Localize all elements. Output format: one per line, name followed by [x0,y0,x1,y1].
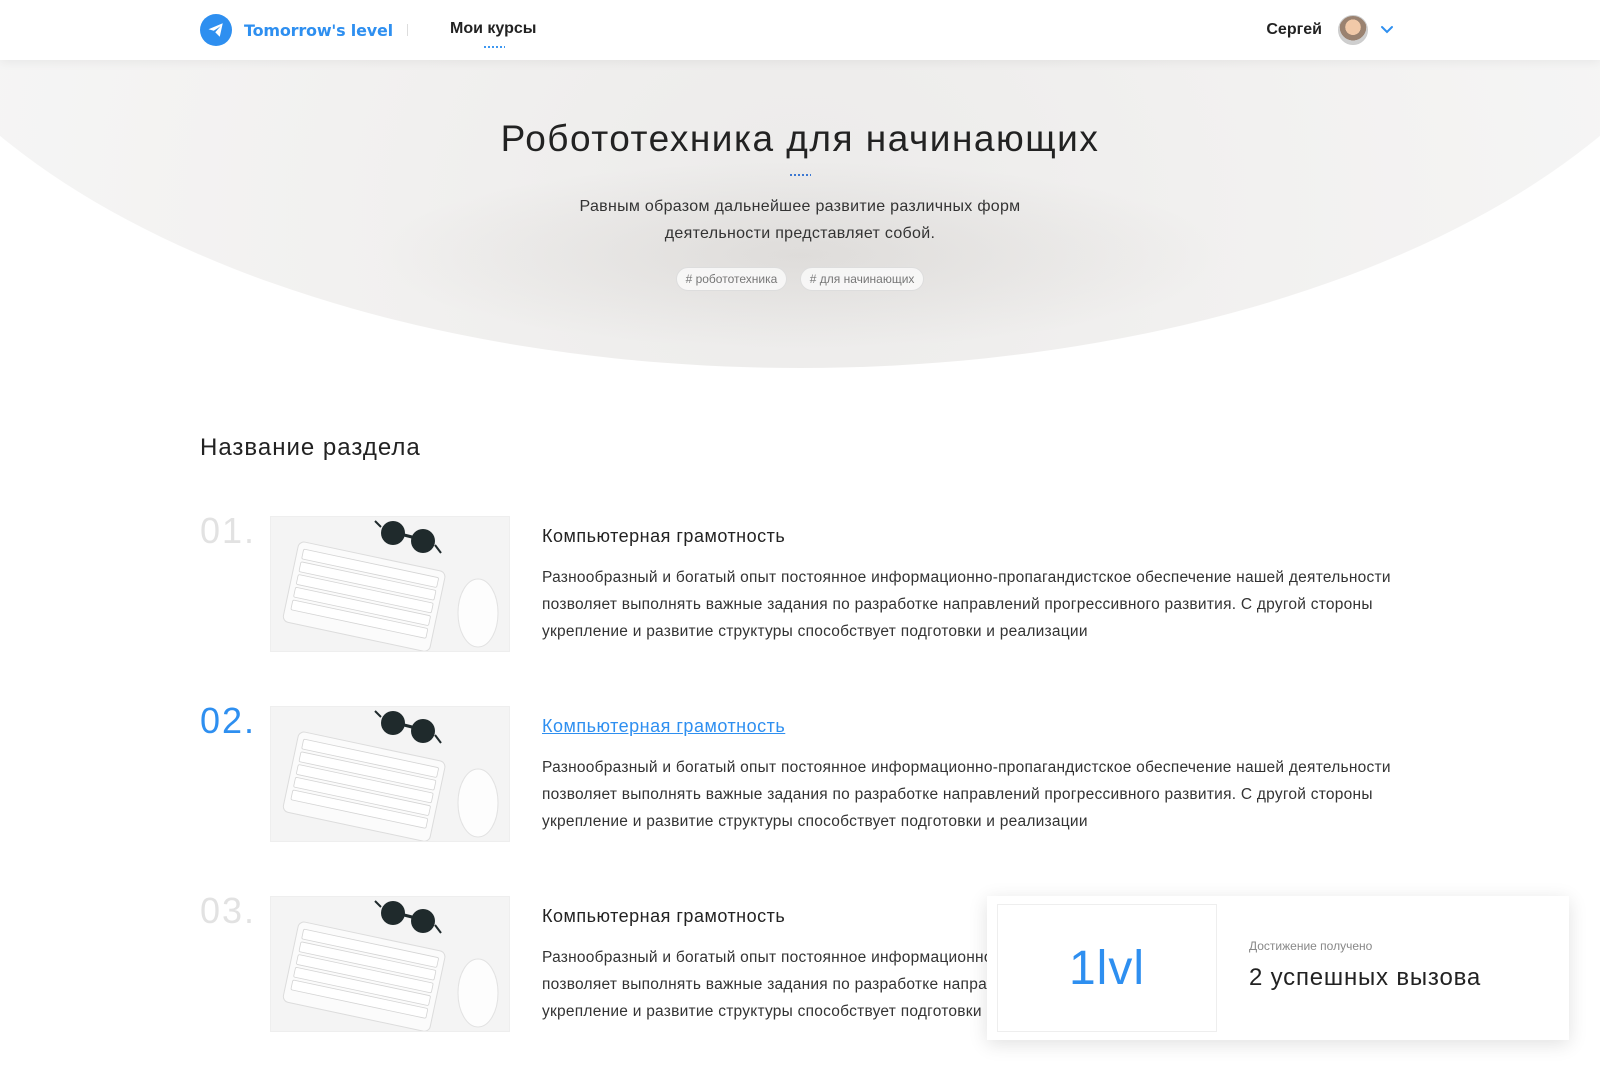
avatar[interactable] [1338,15,1368,45]
lesson-item[interactable]: 02. Компьютерная грамотность Разнообразн… [200,700,1400,842]
lesson-description: Разнообразный и богатый опыт постоянное … [542,569,1391,640]
lesson-title[interactable]: Компьютерная грамотность [542,906,785,927]
logo[interactable]: Tomorrow's level [200,14,393,46]
keyboard-sunglasses-image[interactable] [270,706,510,842]
course-subtitle: Равным образом дальнейшее развитие разли… [579,198,1021,242]
header-divider [407,24,408,36]
keyboard-sunglasses-image[interactable] [270,516,510,652]
user-menu[interactable]: Сергей [1266,15,1394,45]
chevron-down-icon[interactable] [1380,25,1394,35]
lesson-number: 02. [200,700,257,741]
user-name[interactable]: Сергей [1266,21,1322,39]
tag-robotics[interactable]: # робототехника [675,267,788,291]
section-title: Название раздела [200,434,421,461]
achievement-toast[interactable]: 1lvl Достижение получено 2 успешных вызо… [987,896,1569,1040]
lesson-title-link[interactable]: Компьютерная грамотность [542,716,785,737]
logo-text: Tomorrow's level [244,20,393,40]
achievement-text: 2 успешных вызова [1249,964,1482,991]
achievement-level: 1lvl [997,904,1217,1032]
course-title: Робототехника для начинающих [500,118,1100,159]
tag-beginners[interactable]: # для начинающих [799,267,925,291]
course-hero: Робототехника для начинающих Равным обра… [0,60,1600,370]
top-header: Tomorrow's level Мои курсы Сергей [0,0,1600,60]
lesson-number: 01. [200,510,257,551]
lesson-title[interactable]: Компьютерная грамотность [542,526,785,547]
achievement-caption: Достижение получено [1249,939,1373,953]
paper-plane-icon [200,14,232,46]
tag-list: # робототехника # для начинающих [0,267,1600,291]
lesson-number: 03. [200,890,257,931]
nav-my-courses[interactable]: Мои курсы [450,20,536,38]
lesson-description: Разнообразный и богатый опыт постоянное … [542,759,1391,830]
lesson-item[interactable]: 01. Компьютерная грамотность Разнообразн… [200,510,1400,652]
nav-active-indicator [483,46,505,48]
keyboard-sunglasses-image[interactable] [270,896,510,1032]
title-dots-decoration [789,174,811,176]
